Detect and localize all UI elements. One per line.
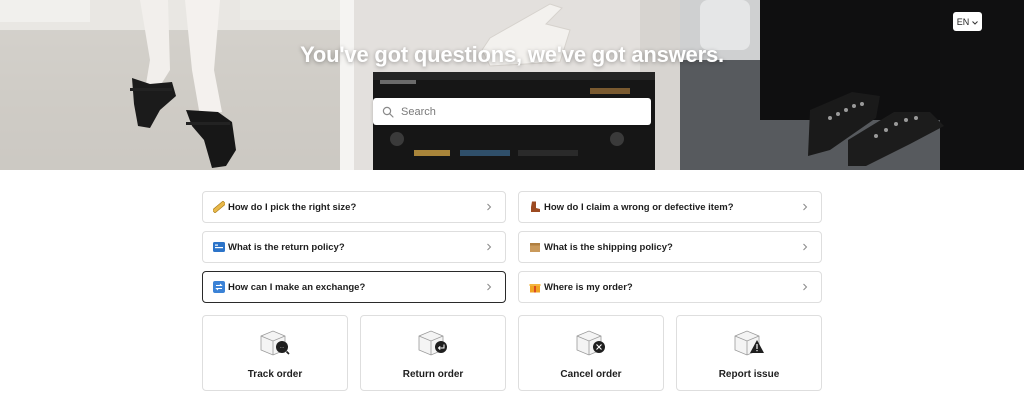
faq-item[interactable]: How can I make an exchange? (202, 271, 506, 303)
action-label: Report issue (718, 369, 780, 380)
cancel-order-card[interactable]: Cancel order (518, 315, 664, 391)
hero-photo-left (0, 0, 340, 170)
track-order-card[interactable]: ··· Track order (202, 315, 348, 391)
action-label: Track order (247, 369, 303, 380)
action-label: Cancel order (560, 369, 622, 380)
package-icon (529, 241, 541, 253)
action-label: Return order (402, 369, 464, 380)
search-input[interactable] (401, 105, 641, 118)
chevron-right-icon (485, 203, 493, 211)
faq-question: How do I claim a wrong or defective item… (544, 201, 734, 213)
faq-question: Where is my order? (544, 281, 633, 293)
svg-text:···: ··· (280, 345, 284, 350)
exchange-icon (213, 281, 225, 293)
faq-question: What is the return policy? (228, 241, 345, 253)
language-label: EN (956, 16, 970, 27)
boot-icon (529, 201, 541, 213)
language-select[interactable]: EN (953, 12, 982, 31)
hero-photo-middle (340, 0, 680, 170)
report-issue-card[interactable]: Report issue (676, 315, 822, 391)
chevron-right-icon (801, 283, 809, 291)
chevron-right-icon (801, 203, 809, 211)
faq-question: How can I make an exchange? (228, 281, 366, 293)
faq-item[interactable]: What is the shipping policy? (518, 231, 822, 263)
track-order-icon: ··· (260, 330, 290, 356)
return-flag-icon (213, 241, 225, 253)
gift-icon (529, 281, 541, 293)
chevron-right-icon (485, 283, 493, 291)
cancel-order-icon (576, 330, 605, 356)
hero-banner: You've got questions, we've got answers.… (0, 0, 1024, 170)
faq-question: What is the shipping policy? (544, 241, 673, 253)
report-issue-icon (734, 330, 764, 356)
search-icon (382, 106, 394, 118)
chevron-down-icon (972, 17, 979, 27)
return-order-icon (418, 330, 447, 356)
faq-item[interactable]: Where is my order? (518, 271, 822, 303)
faq-item[interactable]: How do I claim a wrong or defective item… (518, 191, 822, 223)
return-order-card[interactable]: Return order (360, 315, 506, 391)
chevron-right-icon (485, 243, 493, 251)
search-bar[interactable] (373, 98, 651, 125)
ruler-icon (213, 201, 225, 213)
chevron-right-icon (801, 243, 809, 251)
faq-item[interactable]: How do I pick the right size? (202, 191, 506, 223)
page-title: You've got questions, we've got answers. (300, 42, 724, 67)
faq-item[interactable]: What is the return policy? (202, 231, 506, 263)
faq-question: How do I pick the right size? (228, 201, 357, 213)
